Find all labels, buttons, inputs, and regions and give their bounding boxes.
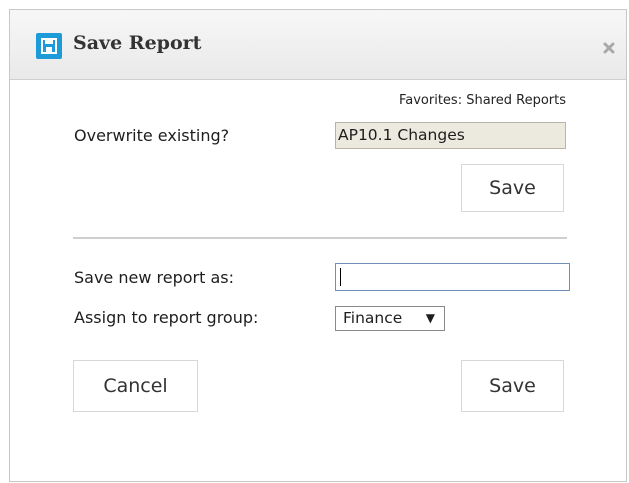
report-group-value: Finance [343, 309, 403, 327]
overwrite-existing-label: Overwrite existing? [74, 126, 230, 145]
save-disk-icon [36, 33, 62, 59]
dialog-titlebar: Save Report [10, 10, 626, 80]
overwrite-save-button[interactable]: Save [461, 164, 564, 212]
existing-report-field[interactable]: AP10.1 Changes [335, 122, 566, 149]
report-group-label: Assign to report group: [74, 308, 259, 327]
report-group-select[interactable]: Finance ▼ [335, 306, 445, 331]
cancel-button[interactable]: Cancel [73, 360, 198, 412]
save-report-dialog: Save Report Favorites: Shared Reports Ov… [9, 9, 627, 482]
favorites-folder-label: Favorites: Shared Reports [398, 93, 566, 108]
close-icon[interactable] [602, 40, 616, 54]
new-report-name-input[interactable] [335, 263, 570, 291]
dialog-title: Save Report [73, 32, 202, 54]
save-new-button[interactable]: Save [461, 360, 564, 412]
text-caret [340, 268, 341, 286]
section-divider [73, 237, 567, 239]
save-new-report-label: Save new report as: [74, 268, 234, 287]
dropdown-arrow-icon: ▼ [425, 311, 435, 325]
